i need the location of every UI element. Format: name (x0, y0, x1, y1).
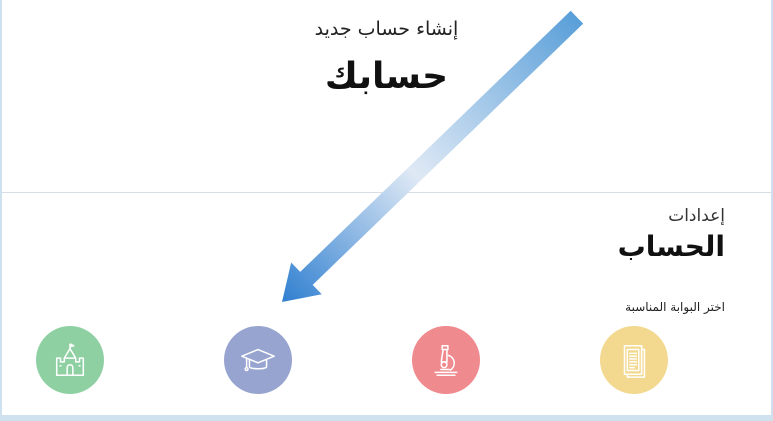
portal-school-button[interactable] (36, 326, 104, 394)
graduation-cap-icon (241, 348, 275, 372)
portal-prompt: اختر البوابة المناسبة (625, 300, 725, 314)
create-account-section: إنشاء حساب جديد حسابك (2, 0, 771, 193)
microscope-icon (434, 344, 458, 376)
page-frame: إنشاء حساب جديد حسابك إعدادات الحساب اخت… (0, 0, 773, 421)
portal-documents-button[interactable] (600, 326, 668, 394)
create-account-title: حسابك (324, 56, 449, 97)
document-icon (623, 344, 646, 378)
create-account-subtitle: إنشاء حساب جديد (314, 18, 459, 40)
account-settings-title: الحساب (617, 230, 725, 263)
portal-research-button[interactable] (412, 326, 480, 394)
account-settings-subtitle: إعدادات (668, 206, 725, 226)
portal-university-button[interactable] (224, 326, 292, 394)
castle-icon (55, 343, 85, 376)
